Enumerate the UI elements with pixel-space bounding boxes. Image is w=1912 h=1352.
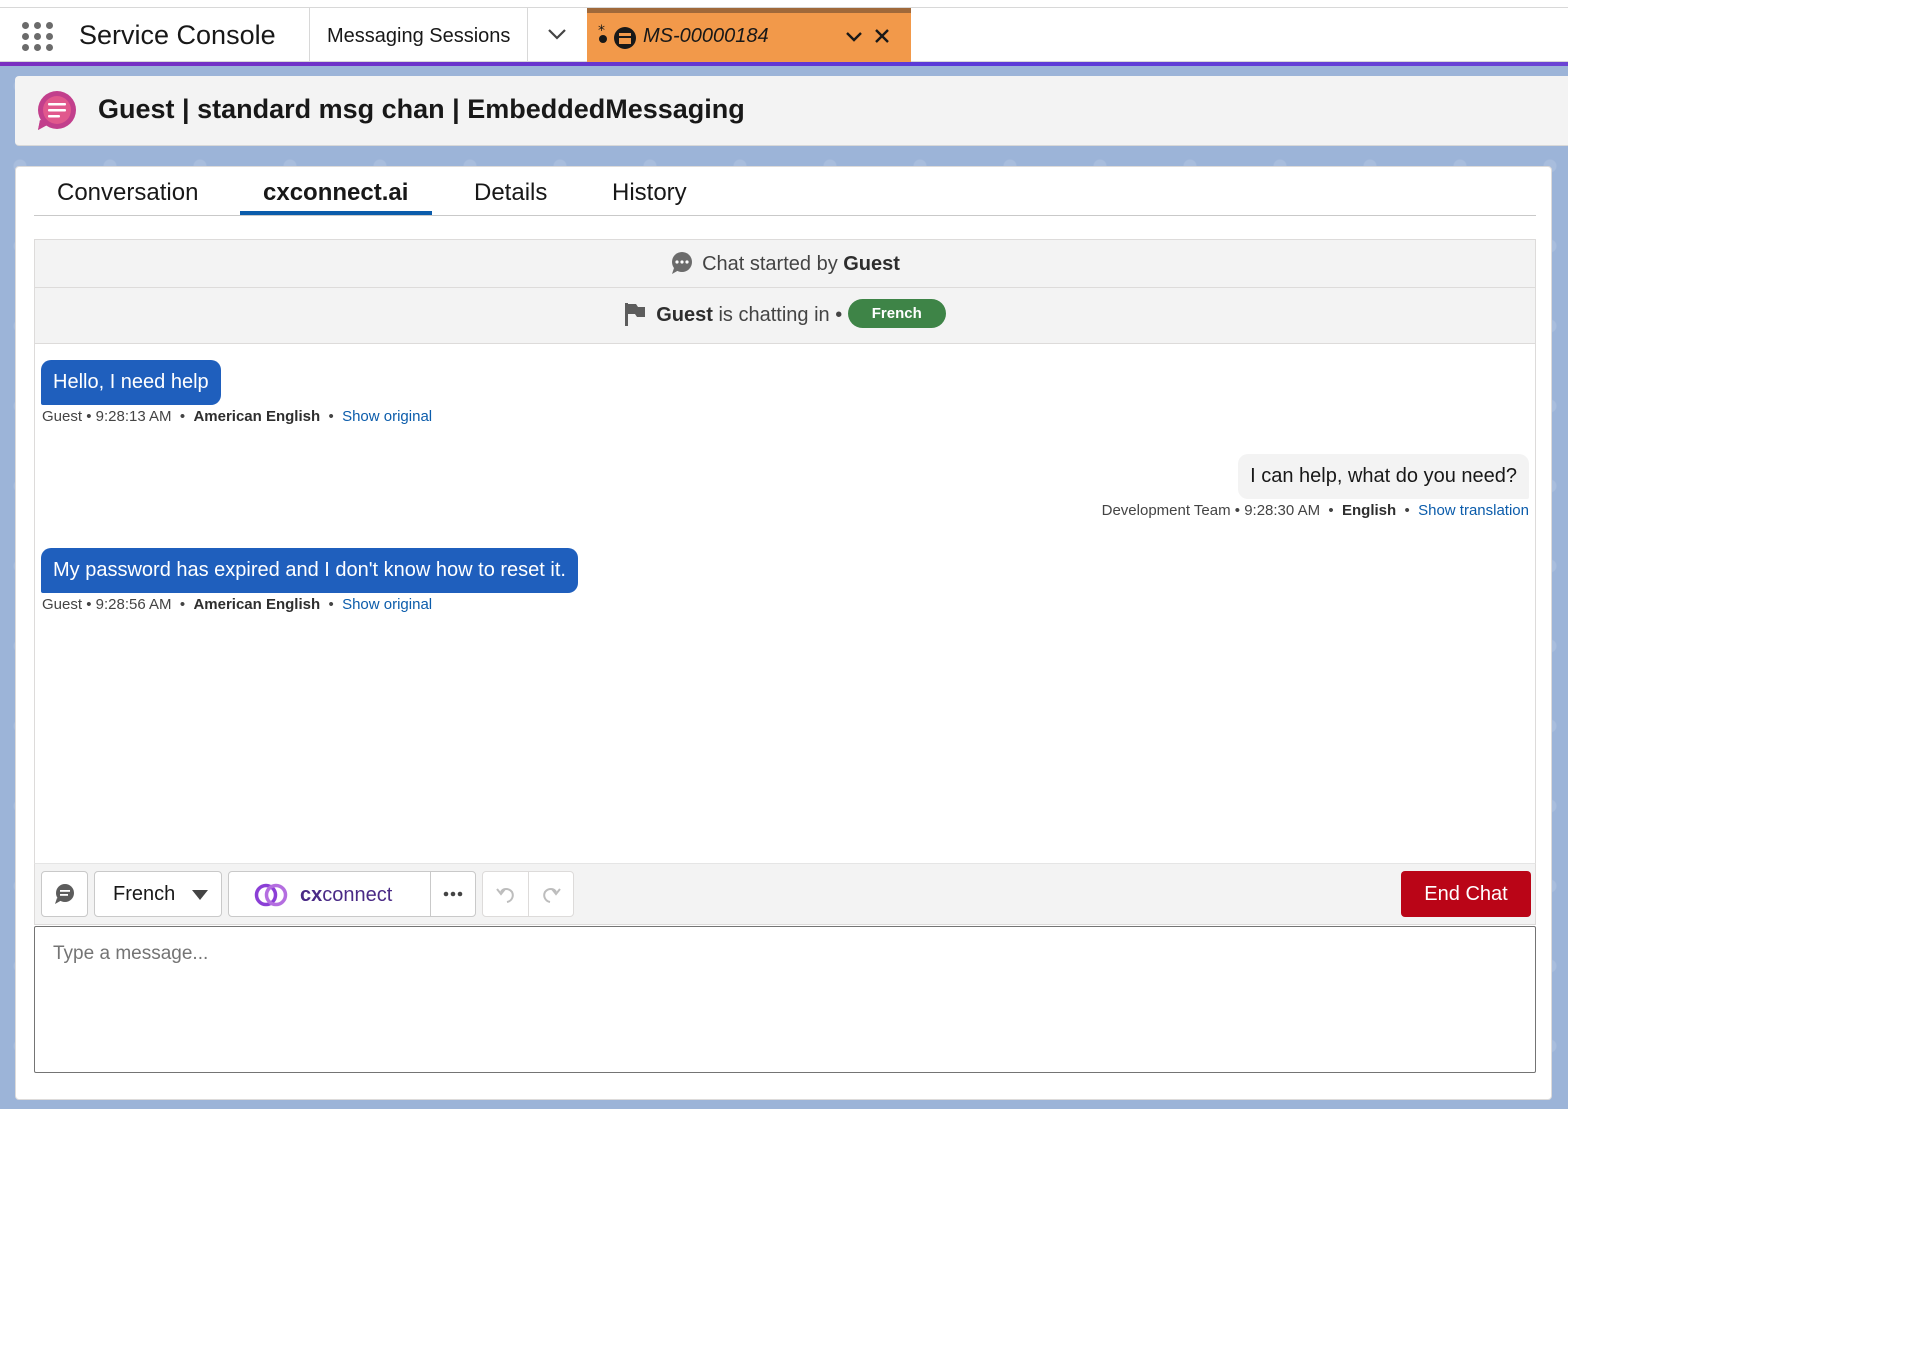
message-meta: Development Team • 9:28:30 AM • English … <box>1101 502 1529 519</box>
app-name: Service Console <box>79 20 276 50</box>
nav-tab-messaging-sessions[interactable]: Messaging Sessions <box>327 25 510 48</box>
flag-icon <box>625 302 646 326</box>
messaging-session-icon <box>38 91 76 130</box>
chat-started-banner: Chat started by Guest <box>35 240 1535 288</box>
message-sender: Development Team <box>1101 502 1231 519</box>
composer-toolbar: French cxconnect End Chat <box>34 863 1536 925</box>
tab-details[interactable]: Details <box>474 179 547 207</box>
chat-started-by: Guest <box>843 253 900 275</box>
language-select-value: French <box>113 883 176 905</box>
cxconnect-logo-icon <box>254 883 288 907</box>
chevron-down-icon[interactable] <box>845 30 863 44</box>
quick-text-button[interactable] <box>41 871 88 917</box>
nav-divider <box>309 8 310 62</box>
inbound-message-bubble: Hello, I need help <box>41 360 221 405</box>
record-tab-label: MS-00000184 <box>643 25 769 47</box>
message-language: American English <box>193 408 321 425</box>
message-sender: Guest <box>42 596 83 613</box>
redo-button[interactable] <box>529 872 574 916</box>
record-title: Guest | standard msg chan | EmbeddedMess… <box>98 94 745 124</box>
cxconnect-button[interactable]: cxconnect <box>229 872 430 916</box>
cxconnect-label-bold: cx <box>300 884 323 906</box>
record-tab-ms-00000184[interactable]: * MS-00000184 <box>587 8 911 62</box>
chat-started-prefix: Chat started by <box>702 253 838 275</box>
message-time: 9:28:13 AM <box>95 408 172 425</box>
undo-icon <box>496 888 514 903</box>
messaging-session-icon: * <box>598 23 636 49</box>
chat-bubble-icon <box>55 884 74 904</box>
chat-started-line: Chat started by Guest <box>35 252 1535 276</box>
active-tab-indicator <box>240 211 432 215</box>
message-meta: Guest • 9:28:13 AM • American English • … <box>42 408 433 425</box>
browser-top-strip <box>0 0 1568 8</box>
outbound-message-bubble: I can help, what do you need? <box>1238 454 1529 499</box>
chat-transcript: Chat started by Guest Guest is chatting … <box>34 239 1536 865</box>
message-time: 9:28:30 AM <box>1244 502 1321 519</box>
global-nav-bar: Service Console Messaging Sessions * MS-… <box>0 8 1568 62</box>
show-translation-link[interactable]: Show translation <box>1418 502 1529 519</box>
tab-cxconnect-ai[interactable]: cxconnect.ai <box>263 179 408 207</box>
language-select[interactable]: French <box>94 871 222 917</box>
more-options-icon <box>443 891 463 897</box>
show-original-link[interactable]: Show original <box>342 596 432 613</box>
chevron-down-icon <box>548 29 566 40</box>
language-banner: Guest is chatting in • French <box>35 288 1535 344</box>
cxconnect-label: cxconnect <box>300 884 392 907</box>
inbound-message-bubble: My password has expired and I don't know… <box>41 548 578 593</box>
chatting-text: is chatting in • <box>718 303 843 326</box>
language-line: Guest is chatting in • French <box>35 299 1535 330</box>
tab-conversation[interactable]: Conversation <box>57 179 198 207</box>
message-time: 9:28:56 AM <box>95 596 172 613</box>
message-sender: Guest <box>42 408 83 425</box>
language-badge: French <box>847 299 946 328</box>
chat-bubble-icon <box>672 252 693 274</box>
end-chat-button[interactable]: End Chat <box>1401 871 1531 917</box>
cxconnect-button-group: cxconnect <box>228 871 476 917</box>
message-language: American English <box>193 596 321 613</box>
cxconnect-label-rest: connect <box>322 884 393 906</box>
record-tabs: Conversation cxconnect.ai Details Histor… <box>34 167 1536 216</box>
main-card: Conversation cxconnect.ai Details Histor… <box>15 166 1552 1100</box>
caret-down-icon <box>192 890 208 900</box>
redo-icon <box>543 888 561 903</box>
message-input[interactable] <box>34 926 1536 1073</box>
nav-items-dropdown[interactable] <box>527 8 587 62</box>
more-actions-button[interactable] <box>431 872 476 916</box>
undo-redo-group <box>482 871 574 917</box>
chatting-who: Guest <box>656 303 713 326</box>
close-icon[interactable] <box>874 28 890 44</box>
show-original-link[interactable]: Show original <box>342 408 432 425</box>
tab-history[interactable]: History <box>612 179 687 207</box>
undo-button[interactable] <box>483 872 528 916</box>
record-header: Guest | standard msg chan | EmbeddedMess… <box>15 76 1568 146</box>
app-launcher-grid-icon[interactable] <box>18 18 56 54</box>
message-meta: Guest • 9:28:56 AM • American English • … <box>42 596 433 613</box>
message-language: English <box>1342 502 1397 519</box>
